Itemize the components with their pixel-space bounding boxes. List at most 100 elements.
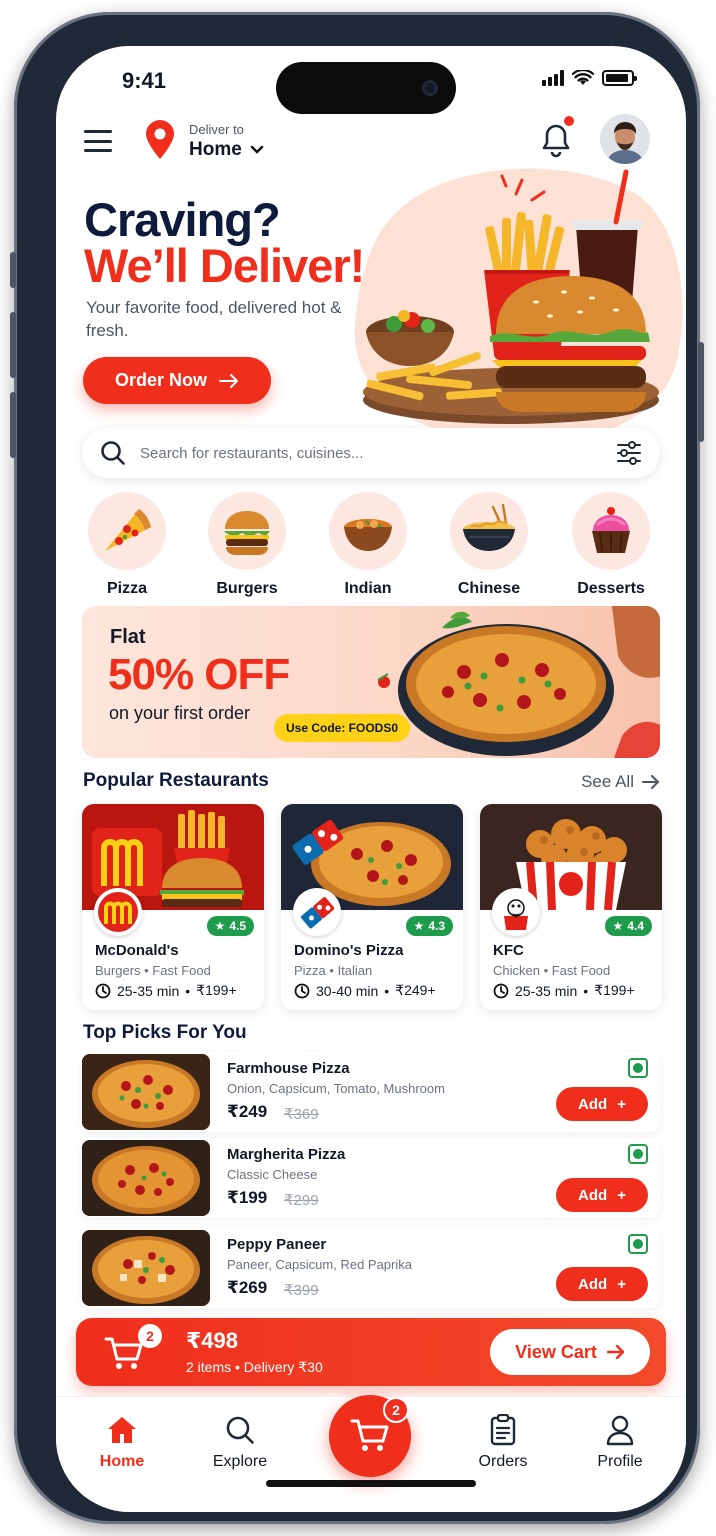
pick-name: Margherita Pizza (227, 1146, 346, 1163)
plus-icon: + (617, 1095, 626, 1113)
pick-item-peppy-paneer[interactable]: Peppy Paneer Paneer, Capsicum, Red Papri… (82, 1228, 660, 1308)
category-label: Desserts (577, 580, 645, 597)
cart-total: ₹498 (186, 1328, 239, 1353)
chevron-down-icon (250, 145, 263, 154)
category-pizza[interactable]: Pizza (84, 492, 170, 598)
restaurant-name: McDonald's (95, 942, 179, 959)
pick-item-farmhouse[interactable]: Farmhouse Pizza Onion, Capsicum, Tomato,… (82, 1052, 660, 1132)
location-pin-icon[interactable] (144, 120, 176, 160)
search-bar[interactable] (82, 428, 660, 478)
rating-badge: ★ 4.3 (405, 916, 453, 936)
category-burgers[interactable]: Burgers (204, 492, 290, 598)
phone-frame: 9:41 Deliver to Home Craving? We’ll Deli… (10, 12, 704, 1524)
pick-price: ₹269 (227, 1278, 268, 1297)
location-name: Home (189, 139, 242, 160)
pick-image (82, 1140, 210, 1216)
promo-headline: 50% OFF (108, 650, 290, 699)
pick-name: Farmhouse Pizza (227, 1060, 350, 1077)
cart-bar[interactable]: 2 ₹498 2 items • Delivery ₹30 View Cart (76, 1318, 666, 1386)
pick-old-price: ₹369 (284, 1106, 319, 1123)
kfc-logo (492, 888, 540, 936)
signal-icon (542, 70, 564, 86)
promo-subtitle: on your first order (109, 703, 251, 723)
cupcake-icon (592, 507, 630, 553)
add-button[interactable]: Add + (556, 1178, 648, 1212)
veg-icon (628, 1144, 648, 1164)
add-button[interactable]: Add + (556, 1267, 648, 1301)
view-cart-button[interactable]: View Cart (490, 1329, 650, 1375)
curry-icon (344, 519, 392, 551)
nav-profile[interactable]: Profile (570, 1413, 670, 1471)
category-label: Pizza (106, 580, 147, 597)
restaurant-meta: 30-40 min • ₹249+ (294, 982, 436, 999)
veg-icon (628, 1234, 648, 1254)
order-now-label: Order Now (114, 370, 207, 390)
add-button[interactable]: Add + (556, 1087, 648, 1121)
dominos-logo (293, 888, 341, 936)
dynamic-island (276, 62, 456, 114)
pick-price: ₹249 (227, 1102, 268, 1121)
deliver-to-label: Deliver to (189, 122, 244, 137)
view-cart-label: View Cart (515, 1341, 597, 1362)
home-indicator (266, 1480, 476, 1487)
category-desserts[interactable]: Desserts (568, 492, 654, 598)
nav-cart-button[interactable]: 2 (329, 1395, 411, 1477)
category-label: Chinese (457, 580, 521, 597)
restaurant-meta: 25-35 min • ₹199+ (493, 982, 635, 999)
restaurant-card-dominos[interactable]: ★ 4.3 Domino's Pizza Pizza • Italian 30-4… (281, 804, 463, 1010)
star-icon: ★ (413, 919, 425, 933)
restaurant-name: KFC (493, 942, 524, 959)
filter-icon[interactable] (616, 441, 642, 465)
pick-image (82, 1054, 210, 1130)
pick-name: Peppy Paneer (227, 1236, 327, 1253)
notification-badge (562, 114, 576, 128)
category-label: Indian (344, 580, 392, 597)
arrow-right-icon (606, 1345, 625, 1359)
burger-icon (224, 511, 270, 555)
search-icon (226, 1416, 254, 1444)
avatar[interactable] (600, 114, 650, 164)
section-title-popular: Popular Restaurants (83, 770, 269, 791)
status-time: 9:41 (122, 68, 167, 93)
restaurant-cuisine: Burgers • Fast Food (95, 963, 211, 978)
arrow-right-icon (642, 775, 659, 789)
search-input[interactable] (140, 444, 580, 462)
section-title-picks: Top Picks For You (83, 1022, 247, 1043)
category-chinese[interactable]: Chinese (446, 492, 532, 598)
order-now-button[interactable]: Order Now (83, 357, 271, 404)
status-icons (542, 70, 637, 86)
location-selector[interactable]: Home (189, 139, 264, 161)
nav-orders[interactable]: Orders (453, 1413, 553, 1471)
clock-icon (294, 983, 310, 998)
nav-explore[interactable]: Explore (190, 1413, 290, 1471)
orders-icon (490, 1414, 516, 1446)
menu-icon[interactable] (84, 130, 112, 152)
restaurant-card-mcdonalds[interactable]: ★ 4.5 McDonald's Burgers • Fast Food 25-3… (82, 804, 264, 1010)
pick-image (82, 1230, 210, 1306)
noodles-icon (463, 503, 515, 551)
category-label: Burgers (216, 580, 278, 597)
see-all-link[interactable]: See All (581, 772, 660, 792)
promo-pizza-image (377, 606, 660, 758)
volume-down-button (10, 392, 16, 458)
pick-item-margherita[interactable]: Margherita Pizza Classic Cheese ₹199 ₹29… (82, 1138, 660, 1218)
see-all-label: See All (581, 772, 634, 791)
restaurant-name: Domino's Pizza (294, 942, 404, 959)
clock-icon (493, 983, 509, 998)
home-icon (108, 1417, 136, 1443)
nav-home[interactable]: Home (72, 1413, 172, 1471)
promo-banner[interactable]: Flat 50% OFF on your first order Use Cod… (82, 606, 660, 758)
profile-icon (606, 1415, 634, 1446)
power-button (698, 342, 704, 442)
cart-count-badge: 2 (138, 1324, 162, 1348)
cart-icon (350, 1419, 389, 1451)
restaurant-card-kfc[interactable]: ★ 4.4 KFC Chicken • Fast Food 25-35 min • ₹… (480, 804, 662, 1010)
category-indian[interactable]: Indian (325, 492, 411, 598)
mcdonalds-logo (94, 888, 142, 936)
nav-cart-badge: 2 (383, 1397, 409, 1423)
restaurant-cuisine: Pizza • Italian (294, 963, 373, 978)
clock-icon (95, 983, 111, 998)
plus-icon: + (617, 1186, 626, 1204)
camera-icon (422, 80, 438, 96)
cart-icon (104, 1337, 143, 1369)
